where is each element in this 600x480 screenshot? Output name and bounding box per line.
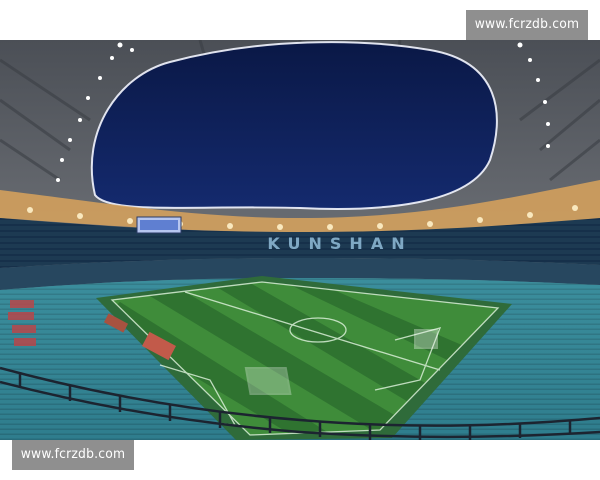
stadium-illustration: KUNSHAN bbox=[0, 40, 600, 440]
watermark-top: www.fcrzdb.com bbox=[466, 10, 588, 40]
goal-right bbox=[414, 329, 438, 349]
scoreboard-screen bbox=[140, 220, 178, 230]
stand-lettering: KUNSHAN bbox=[267, 234, 412, 253]
stadium-photo: KUNSHAN bbox=[0, 40, 600, 440]
watermark-bottom-text: www.fcrzdb.com bbox=[20, 447, 126, 462]
watermark-bottom: www.fcrzdb.com bbox=[12, 440, 134, 470]
watermark-top-text: www.fcrzdb.com bbox=[474, 17, 580, 32]
goal-left bbox=[244, 367, 292, 395]
